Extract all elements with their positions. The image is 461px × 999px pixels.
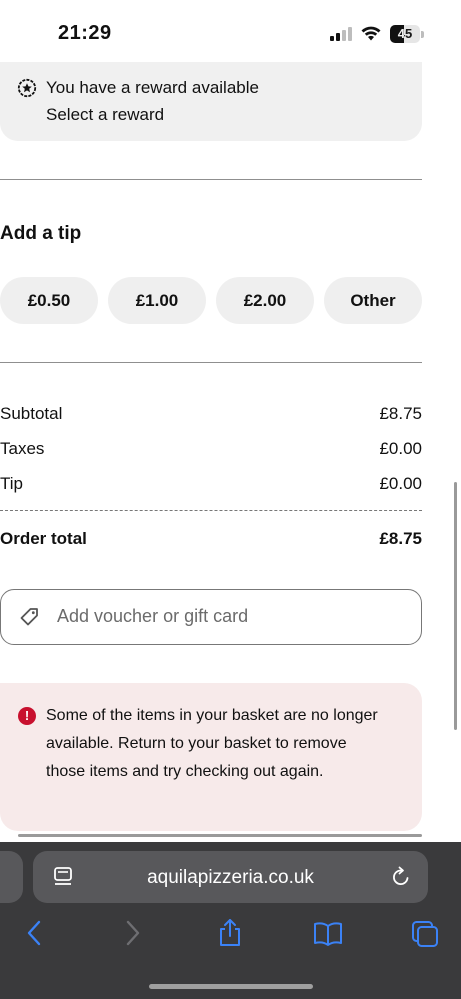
subtotal-value: £8.75 [379, 404, 422, 423]
status-time: 21:29 [58, 22, 112, 44]
battery-icon: 45 [390, 25, 420, 43]
subtotal-label: Subtotal [0, 404, 63, 423]
tag-icon [20, 608, 38, 626]
wifi-icon [361, 26, 381, 41]
reward-title: You have a reward available [46, 78, 259, 97]
cellular-signal-icon [330, 27, 352, 41]
tabs-icon[interactable] [411, 918, 439, 948]
reward-star-icon [17, 78, 37, 98]
divider [0, 362, 422, 363]
forward-icon[interactable] [123, 918, 143, 948]
tip-value: £0.00 [379, 474, 422, 493]
order-total-label: Order total [0, 529, 87, 548]
tip-option-200[interactable]: £2.00 [216, 277, 314, 324]
horizontal-scrollbar[interactable] [18, 834, 422, 837]
back-icon[interactable] [24, 918, 44, 948]
share-icon[interactable] [217, 918, 243, 948]
voucher-placeholder: Add voucher or gift card [57, 606, 249, 626]
tip-option-other[interactable]: Other [324, 277, 422, 324]
vertical-scrollbar[interactable] [454, 482, 457, 730]
tip-heading: Add a tip [0, 223, 82, 244]
bookmarks-icon[interactable] [312, 918, 344, 948]
select-reward-link[interactable]: Select a reward [46, 105, 164, 125]
home-indicator [149, 984, 313, 989]
url-text[interactable]: aquilapizzeria.co.uk [33, 867, 428, 889]
alert-message: Some of the items in your basket are no … [46, 707, 378, 780]
tip-option-050[interactable]: £0.50 [0, 277, 98, 324]
tip-option-100[interactable]: £1.00 [108, 277, 206, 324]
dashed-divider [0, 510, 422, 511]
reward-card[interactable] [0, 62, 422, 141]
tip-label: Tip [0, 474, 23, 493]
taxes-value: £0.00 [379, 439, 422, 458]
battery-percent: 45 [397, 26, 413, 41]
reload-icon[interactable] [390, 866, 412, 888]
battery-cap [421, 31, 424, 38]
previous-tab-preview[interactable] [0, 851, 23, 903]
error-icon: ! [18, 707, 36, 725]
divider [0, 179, 422, 180]
taxes-label: Taxes [0, 439, 45, 458]
order-total-value: £8.75 [379, 529, 422, 548]
